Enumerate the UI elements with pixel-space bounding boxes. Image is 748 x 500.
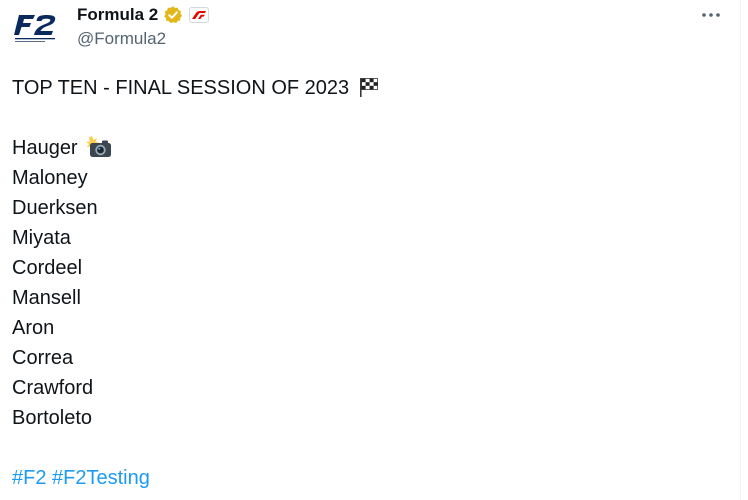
driver-1: Hauger bbox=[12, 133, 380, 163]
tweet-header: Formula 2 @Formula2 bbox=[77, 4, 210, 49]
driver-2: Maloney bbox=[12, 167, 88, 189]
headline-text: TOP TEN - FINAL SESSION OF 2023 bbox=[12, 77, 350, 99]
f1-affiliate-badge-icon[interactable] bbox=[189, 7, 210, 23]
name-row: Formula 2 bbox=[77, 4, 210, 26]
driver-3: Duerksen bbox=[12, 197, 98, 219]
tweet-headline: TOP TEN - FINAL SESSION OF 2023 bbox=[12, 73, 380, 103]
camera-with-flash-icon bbox=[86, 136, 112, 167]
driver-9: Crawford bbox=[12, 377, 94, 399]
tweet-text: TOP TEN - FINAL SESSION OF 2023 Hauger M… bbox=[12, 73, 380, 493]
driver-6: Mansell bbox=[12, 287, 81, 309]
driver-10: Bortoleto bbox=[12, 407, 93, 429]
hashtag-link[interactable]: #F2 bbox=[12, 467, 46, 489]
handle[interactable]: @Formula2 bbox=[77, 29, 209, 49]
driver-5: Cordeel bbox=[12, 257, 83, 279]
gold-verified-badge-icon[interactable] bbox=[163, 5, 183, 25]
more-dots-icon bbox=[702, 13, 720, 17]
driver-7: Aron bbox=[12, 317, 55, 339]
chequered-flag-icon bbox=[358, 76, 380, 107]
display-name[interactable]: Formula 2 bbox=[77, 5, 158, 25]
hashtag-link[interactable]: #F2Testing bbox=[52, 467, 150, 489]
more-options-button[interactable] bbox=[698, 6, 724, 24]
driver-4: Miyata bbox=[12, 227, 71, 249]
tweet-card: Formula 2 @Formula2 TOP TEN - FINAL SESS… bbox=[0, 0, 741, 500]
avatar[interactable] bbox=[12, 8, 64, 48]
driver-name: Hauger bbox=[12, 137, 78, 159]
hashtags: #F2 #F2Testing bbox=[12, 463, 380, 493]
f2-logo-icon bbox=[14, 15, 56, 42]
driver-8: Correa bbox=[12, 347, 74, 369]
